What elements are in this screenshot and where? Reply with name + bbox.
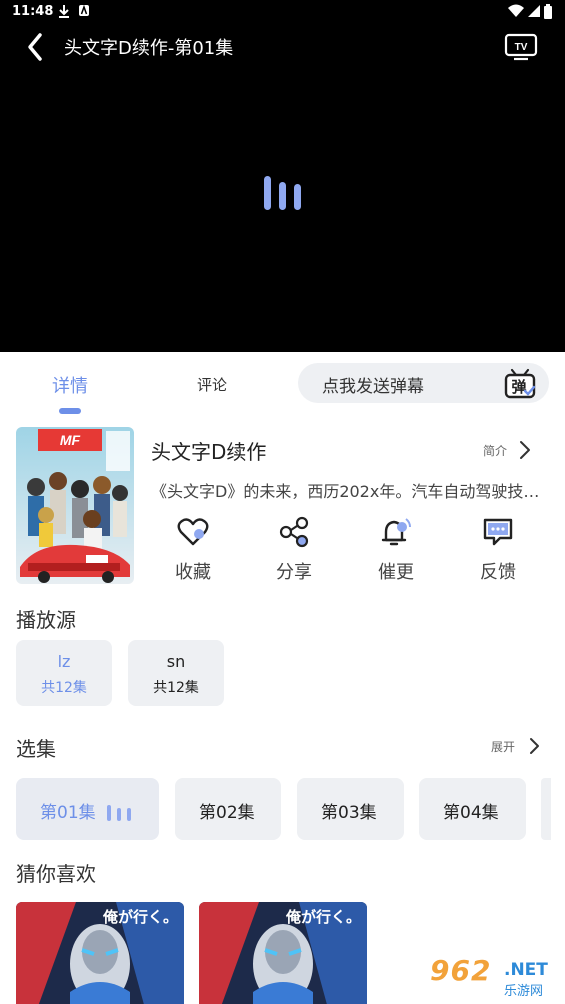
danmaku-input[interactable]: 点我发送弹幕 弹 bbox=[298, 363, 549, 403]
wifi-icon bbox=[508, 4, 524, 17]
site-watermark: 962 .NET 乐游网 bbox=[424, 952, 560, 1000]
feedback-button[interactable]: 反馈 bbox=[458, 516, 538, 584]
battery-icon bbox=[544, 4, 552, 19]
chevron-right-icon[interactable] bbox=[518, 440, 532, 460]
status-bar: 11:48 bbox=[0, 0, 565, 24]
urge-update-button[interactable]: 催更 bbox=[356, 516, 436, 584]
danmaku-icon-label: 弹 bbox=[511, 378, 526, 396]
cast-tv-button[interactable]: TV bbox=[504, 32, 538, 62]
recommend-overlay-text: 俺が行く。 bbox=[285, 908, 361, 926]
feedback-label: 反馈 bbox=[480, 562, 516, 583]
bell-icon bbox=[381, 518, 411, 546]
source-lz[interactable]: lz 共12集 bbox=[16, 640, 112, 706]
feedback-icon bbox=[483, 518, 513, 546]
video-title: 头文字D续作-第01集 bbox=[64, 38, 234, 59]
svg-text:TV: TV bbox=[515, 42, 528, 53]
share-label: 分享 bbox=[276, 562, 312, 583]
source-count: 共12集 bbox=[153, 680, 199, 696]
recommend-overlay-text: 俺が行く。 bbox=[102, 908, 178, 926]
recommend-title: 猜你喜欢 bbox=[16, 862, 96, 886]
source-name: lz bbox=[57, 652, 71, 671]
notification-app-icon bbox=[79, 4, 89, 16]
episodes-title: 选集 bbox=[16, 737, 56, 761]
tab-detail[interactable]: 详情 bbox=[52, 372, 88, 398]
urge-update-label: 催更 bbox=[378, 562, 414, 583]
episode-label: 第01集 bbox=[40, 803, 96, 823]
show-description[interactable]: 《头文字D》的未来，西历202x年。汽车自动驾驶技术普及的时代…… bbox=[151, 478, 546, 502]
show-title: 头文字D续作 bbox=[151, 440, 267, 464]
favorite-label: 收藏 bbox=[175, 562, 211, 583]
intro-link[interactable]: 简介 bbox=[483, 442, 507, 459]
episode-next-partial[interactable] bbox=[541, 778, 551, 840]
svg-text:MF: MF bbox=[60, 432, 81, 448]
show-poster: MF bbox=[16, 427, 134, 584]
video-player[interactable]: 11:48 头文字D续作-第01集 TV bbox=[0, 0, 565, 352]
episode-label: 第02集 bbox=[199, 803, 255, 823]
favorite-button[interactable]: 收藏 bbox=[153, 516, 233, 584]
episode-02[interactable]: 第02集 bbox=[175, 778, 281, 840]
status-time: 11:48 bbox=[12, 4, 54, 19]
recommend-item[interactable]: 俺が行く。 bbox=[16, 902, 184, 1004]
tab-comment[interactable]: 评论 bbox=[197, 374, 227, 395]
watermark-number: 962 bbox=[430, 954, 492, 987]
source-sn[interactable]: sn 共12集 bbox=[128, 640, 224, 706]
source-count: 共12集 bbox=[41, 680, 87, 696]
heart-icon bbox=[177, 518, 209, 546]
loading-icon bbox=[264, 176, 301, 210]
download-icon bbox=[59, 5, 69, 18]
watermark-sub: 乐游网 bbox=[504, 984, 544, 999]
signal-icon bbox=[528, 5, 540, 17]
share-icon bbox=[279, 516, 309, 548]
episode-03[interactable]: 第03集 bbox=[297, 778, 404, 840]
episode-01[interactable]: 第01集 bbox=[16, 778, 159, 840]
playing-icon bbox=[107, 805, 131, 821]
danmaku-send-icon[interactable]: 弹 bbox=[503, 367, 537, 401]
expand-link[interactable]: 展开 bbox=[491, 738, 515, 755]
recommend-item[interactable]: 俺が行く。 bbox=[199, 902, 367, 1004]
episode-label: 第04集 bbox=[443, 803, 499, 823]
episode-04[interactable]: 第04集 bbox=[419, 778, 526, 840]
source-name: sn bbox=[166, 652, 186, 671]
back-button[interactable] bbox=[22, 30, 52, 64]
tab-active-indicator bbox=[59, 408, 81, 414]
episode-label: 第03集 bbox=[321, 803, 377, 823]
watermark-net: .NET bbox=[504, 960, 548, 980]
sources-title: 播放源 bbox=[16, 608, 76, 632]
share-button[interactable]: 分享 bbox=[254, 516, 334, 584]
danmaku-placeholder: 点我发送弹幕 bbox=[322, 377, 424, 397]
chevron-right-icon[interactable] bbox=[528, 736, 542, 756]
